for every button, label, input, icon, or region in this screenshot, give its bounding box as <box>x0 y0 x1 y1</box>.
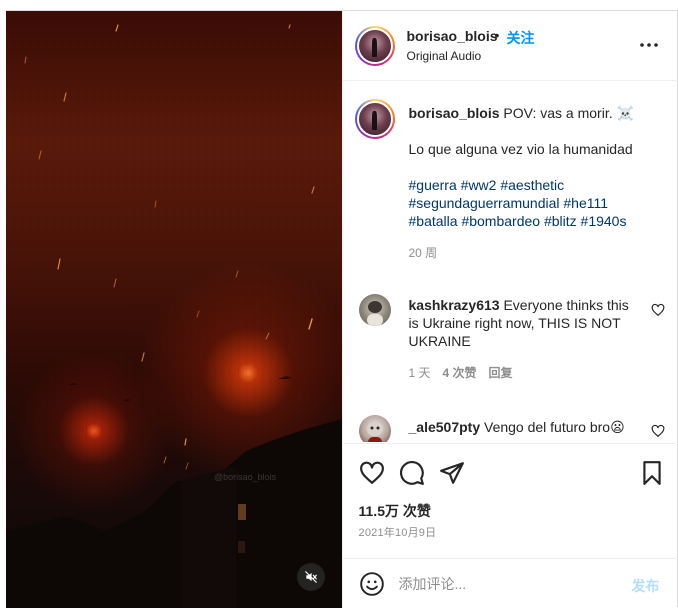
hashtag[interactable]: #1940s <box>581 213 627 229</box>
post-comment-button[interactable]: 发布 <box>632 576 660 596</box>
hashtag[interactable]: #blitz <box>544 213 577 229</box>
author-avatar[interactable] <box>354 26 395 66</box>
video-watermark: @borisao_blois <box>214 472 277 482</box>
commenter-avatar[interactable] <box>358 415 391 442</box>
caption-text: POV: vas a morir. ☠️ <box>503 105 634 121</box>
share-icon[interactable] <box>439 460 465 486</box>
more-icon <box>639 43 658 47</box>
scanline-overlay <box>6 11 342 608</box>
save-icon[interactable] <box>639 460 665 486</box>
comment-icon[interactable] <box>399 460 425 486</box>
commenter-avatar[interactable] <box>358 294 391 326</box>
caption-username[interactable]: borisao_blois <box>409 105 500 121</box>
post-date[interactable]: 2021年10月9日 <box>359 524 437 540</box>
hashtag[interactable]: #guerra <box>409 177 457 193</box>
comment-time[interactable]: 1 天 <box>409 364 431 381</box>
reply-button[interactable]: 回复 <box>489 364 513 381</box>
author-username[interactable]: borisao_blois <box>407 28 498 44</box>
emoji-icon[interactable] <box>359 571 385 597</box>
follow-button[interactable]: 关注 <box>507 28 535 48</box>
post-header: borisao_blois • 关注 Original Audio <box>342 11 678 81</box>
comment-username[interactable]: kashkrazy613 <box>409 297 500 313</box>
more-options-button[interactable] <box>637 35 661 55</box>
hashtag[interactable]: #ww2 <box>461 177 497 193</box>
post-caption: borisao_blois POV: vas a morir. ☠️ Lo qu… <box>409 104 663 230</box>
hashtag[interactable]: #bombardeo <box>461 213 540 229</box>
caption-line-2: Lo que alguna vez vio la humanidad <box>408 141 633 157</box>
post-video[interactable]: @borisao_blois <box>6 11 342 608</box>
caption-hashtags: #guerra #ww2 #aesthetic #segundaguerramu… <box>409 176 663 230</box>
comment-input[interactable] <box>398 573 619 595</box>
comments-list[interactable]: borisao_blois POV: vas a morir. ☠️ Lo qu… <box>343 82 678 442</box>
comment-like-icon[interactable] <box>651 424 665 438</box>
comment-like-icon[interactable] <box>651 303 665 317</box>
page: @borisao_blois borisao_blois • 关注 Origin… <box>0 0 678 615</box>
post-actions <box>342 443 678 493</box>
header-separator: • <box>494 27 500 43</box>
audio-label[interactable]: Original Audio <box>407 49 482 63</box>
post-dialog: @borisao_blois borisao_blois • 关注 Origin… <box>6 10 678 608</box>
post-side-panel: borisao_blois • 关注 Original Audio borisa… <box>341 11 678 608</box>
hashtag[interactable]: #aesthetic <box>500 177 564 193</box>
heart-icon[interactable] <box>359 460 385 486</box>
caption-author-avatar[interactable] <box>354 99 395 139</box>
hashtag[interactable]: #he111 <box>563 195 608 211</box>
comment-likes[interactable]: 4 次赞 <box>443 364 477 381</box>
avatar-figure <box>366 422 383 442</box>
likes-count[interactable]: 11.5万 次赞 <box>359 501 431 521</box>
comment-meta: 1 天 4 次赞 回复 <box>409 364 513 381</box>
mute-toggle-button[interactable] <box>297 563 325 591</box>
caption-timestamp[interactable]: 20 周 <box>409 244 438 261</box>
comment-body: _ale507pty Vengo del futuro bro😦 <box>409 418 637 436</box>
hashtag[interactable]: #segundaguerramundial <box>409 195 560 211</box>
comment-body: kashkrazy613 Everyone thinks this is Ukr… <box>409 296 637 350</box>
hashtag[interactable]: #batalla <box>409 213 458 229</box>
comment-username[interactable]: _ale507pty <box>409 419 481 435</box>
add-comment-bar: 发布 <box>342 558 678 608</box>
avatar-figure <box>366 301 383 326</box>
comment-text: Vengo del futuro bro😦 <box>484 419 625 435</box>
muted-icon <box>305 571 317 583</box>
